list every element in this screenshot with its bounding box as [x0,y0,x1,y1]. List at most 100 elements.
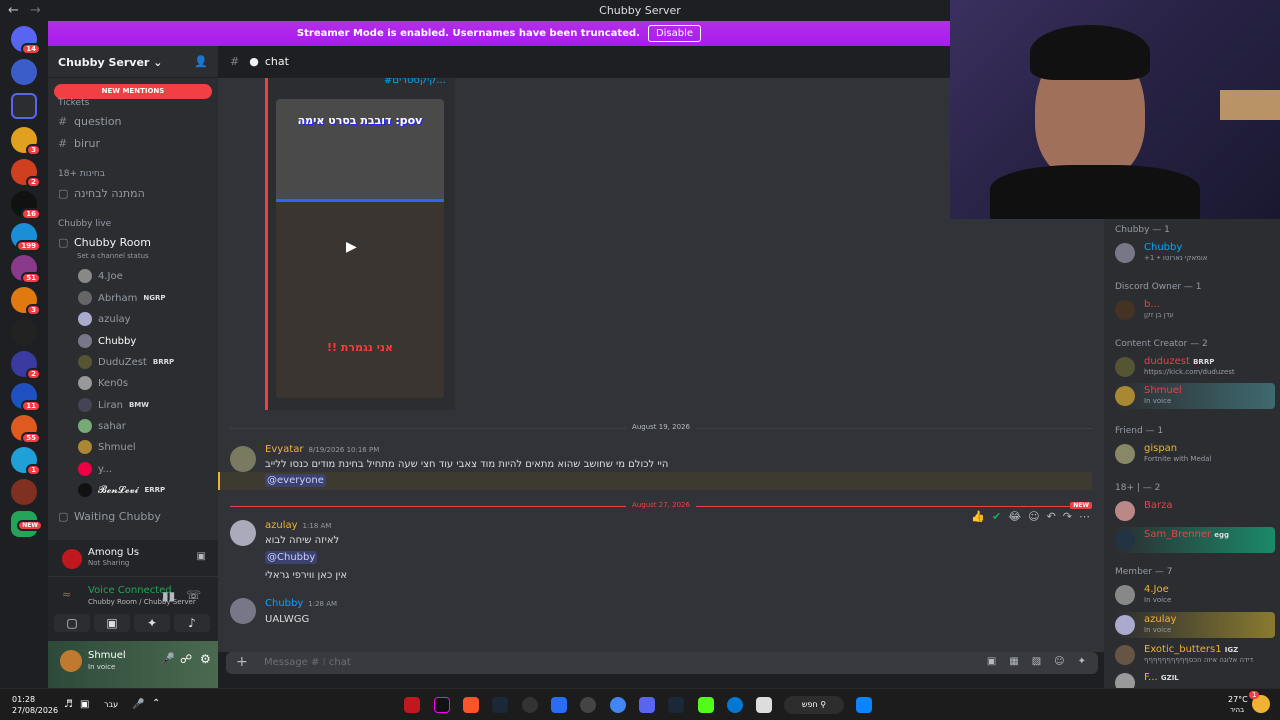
voice-user[interactable]: sahar [78,419,126,433]
start-windows-icon[interactable] [856,697,872,713]
server-icon[interactable]: 3 [11,127,41,156]
channel-status[interactable]: Set a channel status [77,252,149,260]
tiktok-icon[interactable] [434,697,450,713]
member[interactable]: 4.Joe In voice [1115,582,1275,608]
check-icon[interactable]: ✔ [992,510,1001,523]
channel-question[interactable]: # question [58,115,122,128]
avatar[interactable] [230,520,256,546]
camera-off-button[interactable]: ▢ [54,614,90,632]
server-icon[interactable] [11,319,37,345]
server-icon[interactable]: 51 [11,255,41,284]
server-icon[interactable]: 16 [11,191,41,220]
clock-time[interactable]: 01:28 [12,695,35,704]
plus-icon[interactable]: + [236,654,248,670]
voice-user[interactable]: y... [78,462,112,476]
server-icon[interactable]: 2 [11,351,41,380]
microphone-icon[interactable]: 🎤 [160,652,175,666]
more-icon[interactable]: ⋯ [1079,510,1090,523]
embed-link[interactable]: #קיקסטרים... [384,78,446,86]
volume-icon[interactable]: ♬ [64,699,73,710]
voice-location[interactable]: Chubby Room / Chubby Server [88,598,196,606]
new-mentions-pill[interactable]: NEW MENTIONS [54,84,212,99]
forward-icon[interactable]: ↷ [1063,510,1072,523]
server-icon[interactable]: 199 [11,223,41,252]
message-author[interactable]: azulay 1:18 AM [265,520,331,531]
disable-button[interactable]: Disable [647,25,702,42]
calculator-icon[interactable] [756,697,772,713]
member[interactable]: Shmuel In voice [1115,383,1275,409]
share-screen-button[interactable]: ▣ [94,614,130,632]
disconnect-icon[interactable]: ☏ [186,588,201,602]
play-icon[interactable]: ▶ [346,239,357,255]
member[interactable]: duduzest BRRP https://kick.com/duduzest [1115,354,1275,380]
voice-user[interactable]: 4.Joe [78,269,123,283]
chrome-icon[interactable] [610,697,626,713]
member[interactable]: b... עדן בן זקן [1115,297,1275,323]
member[interactable]: Barza [1115,498,1275,524]
network-icon[interactable]: ▣ [80,699,89,710]
voice-user[interactable]: 𝓑𝓮𝓷𝓛𝓮𝓿𝓲 ERRP [78,483,165,497]
channel-birur[interactable]: # birur [58,137,100,150]
voice-user[interactable]: azulay [78,312,131,326]
member[interactable]: azulay In voice [1115,612,1275,638]
search-box[interactable]: חפש ⚲ [784,696,844,714]
gif-icon[interactable]: ▦ [1009,656,1018,667]
screen-share-icon[interactable]: ▣ [197,551,206,562]
avatar[interactable] [60,650,82,672]
avatar[interactable] [230,598,256,624]
clock-date[interactable]: 27/08/2026 [12,706,58,715]
server-header[interactable]: Chubby Server ⌄ 👤 [48,46,218,78]
headphones-icon[interactable]: ☍ [180,652,192,666]
brave-icon[interactable] [463,697,479,713]
soundboard-button[interactable]: ♪ [174,614,210,632]
message-author[interactable]: Chubby 1:28 AM [265,598,337,609]
category-live[interactable]: Chubby live [58,219,111,229]
member[interactable]: Exotic_butters1 IGZ דידה אלונה איזה הכסףף… [1115,642,1275,668]
activities-button[interactable]: ✦ [134,614,170,632]
emoji-icon[interactable]: ☺ [1054,656,1064,667]
obs-icon[interactable] [522,697,538,713]
message-author[interactable]: Evyatar 8/19/2026 10:16 PM [265,444,379,455]
apps-icon[interactable]: ✦ [1078,656,1086,667]
add-reaction-icon[interactable]: ☺ [1028,510,1039,523]
server-icon[interactable]: 2 [11,159,41,188]
server-icon[interactable] [11,479,37,505]
server-icon[interactable]: 3 [11,287,41,316]
settings-gear-icon[interactable]: ⚙ [200,652,211,666]
voice-user[interactable]: Abrham NGRP [78,291,165,305]
weather-temp[interactable]: 27°C [1228,695,1248,704]
steam-icon[interactable] [668,697,684,713]
category-tickets[interactable]: Tickets [58,98,89,108]
microphone-icon[interactable]: 🎤 [132,699,144,710]
server-icon[interactable]: NEW [11,511,43,537]
voice-user[interactable]: Liran BMW [78,398,149,412]
among-us-taskbar-icon[interactable] [404,697,420,713]
voice-user[interactable]: Chubby [78,334,136,348]
voice-user[interactable]: Shmuel [78,440,136,454]
server-icon[interactable]: 11 [11,383,41,412]
gift-icon[interactable]: ▣ [987,656,996,667]
thumbs-up-icon[interactable]: 👍 [971,510,985,523]
mention-everyone[interactable]: @everyone [265,474,326,487]
voice-channel-waiting[interactable]: ▢ Waiting Chubby [58,510,161,523]
app-icon[interactable] [492,697,508,713]
home-discord-icon[interactable]: 14 [11,26,41,55]
video-thumbnail[interactable]: דובבת בסרט אימה :pov ▶ !! אני נגמרת [276,99,444,398]
voice-channel-chubby-room[interactable]: ▢ Chubby Room [58,236,151,249]
server-icon[interactable]: 1 [11,447,41,476]
voice-user[interactable]: DuduZest BRRP [78,355,174,369]
laugh-icon[interactable]: 😂 [1008,510,1021,523]
app-icon[interactable] [580,697,596,713]
voice-status[interactable]: Voice Connected [88,585,172,596]
noise-suppression-icon[interactable]: ▮▮ [162,589,175,603]
server-icon[interactable] [11,59,37,85]
mention-chubby[interactable]: @Chubby [265,551,318,564]
user-name[interactable]: Shmuel [88,650,126,661]
edge-icon[interactable] [727,697,743,713]
chevron-up-icon[interactable]: ⌃ [152,698,160,709]
category-18[interactable]: 18+ בחינות [58,169,105,179]
message-composer[interactable]: + Message # ⁝ chat ▣ ▦ ▧ ☺ ✦ [226,652,1098,674]
server-icon[interactable]: 55 [11,415,41,444]
voice-user[interactable]: Ken0s [78,376,128,390]
sticker-icon[interactable]: ▧ [1032,656,1041,667]
